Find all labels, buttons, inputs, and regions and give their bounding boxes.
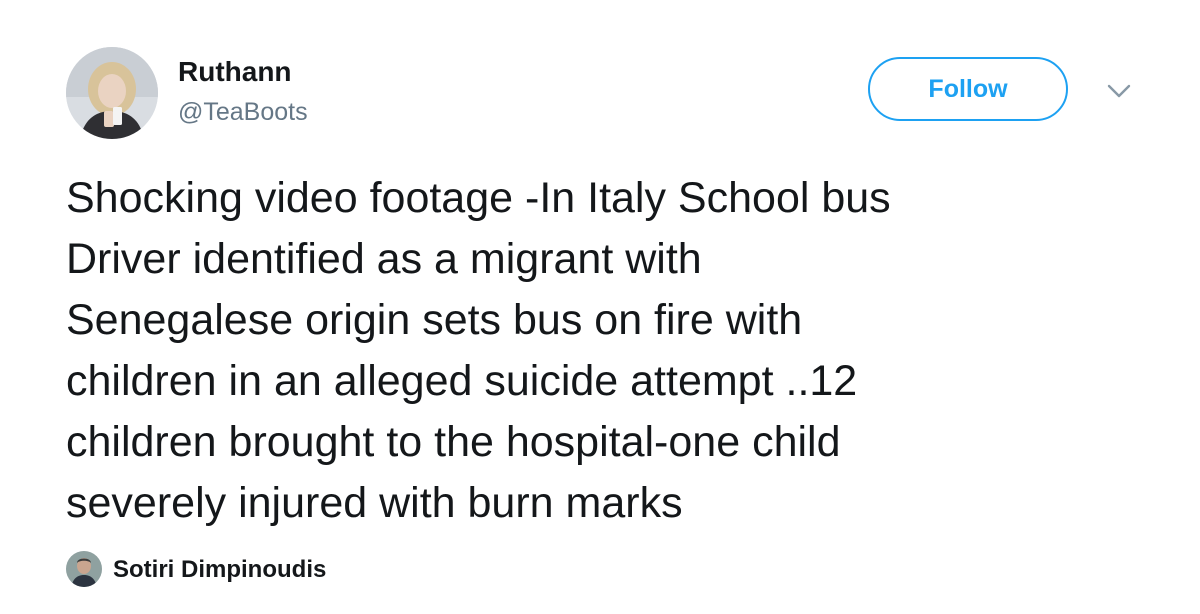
follow-button[interactable]: Follow: [868, 57, 1068, 121]
author-name[interactable]: Ruthann: [178, 56, 292, 88]
footer-avatar[interactable]: [66, 551, 102, 587]
chevron-down-icon: [1107, 84, 1131, 98]
author-handle[interactable]: @TeaBoots: [178, 98, 308, 127]
footer-name[interactable]: Sotiri Dimpinoudis: [113, 556, 326, 584]
profile-photo-icon: [66, 47, 158, 139]
more-options-button[interactable]: [1106, 82, 1132, 100]
tweet-card: Ruthann @TeaBoots Follow Shocking video …: [0, 0, 1200, 614]
profile-photo-icon: [66, 551, 102, 587]
tweet-text: Shocking video footage -In Italy School …: [66, 174, 891, 527]
author-avatar[interactable]: [66, 47, 158, 139]
